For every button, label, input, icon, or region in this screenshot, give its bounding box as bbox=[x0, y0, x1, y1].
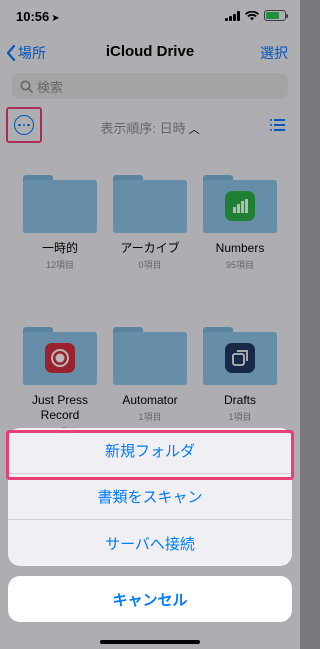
new-folder-highlight bbox=[6, 430, 294, 480]
scan-documents-button[interactable]: 書類をスキャン bbox=[8, 474, 292, 520]
connect-to-server-button[interactable]: サーバへ接続 bbox=[8, 520, 292, 566]
cancel-button[interactable]: キャンセル bbox=[8, 576, 292, 622]
home-indicator bbox=[100, 640, 200, 644]
files-app-screen: 10:56➤ 場所 iCloud Drive 選択 検索 表示順序: 日時︿ bbox=[0, 0, 300, 649]
